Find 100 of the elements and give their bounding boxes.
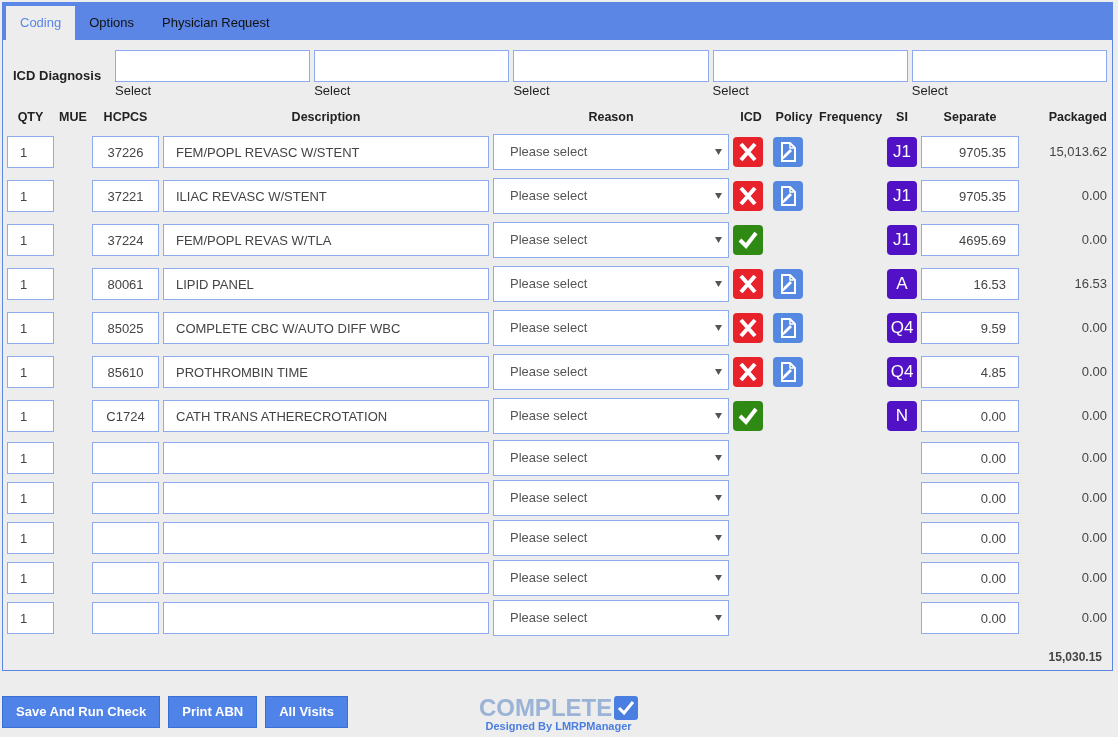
document-edit-icon[interactable] xyxy=(773,357,803,387)
column-header: HCPCS xyxy=(102,108,149,126)
hcpcs-field[interactable] xyxy=(92,602,159,634)
separate-amount-field[interactable]: 0.00 xyxy=(921,442,1019,474)
hcpcs-field[interactable]: 37224 xyxy=(92,224,159,256)
reason-dropdown[interactable]: Please select xyxy=(493,600,729,636)
description-field[interactable] xyxy=(163,602,489,634)
field-hint: Select xyxy=(911,82,949,100)
separate-amount-field[interactable]: 16.53 xyxy=(921,268,1019,300)
quantity-field[interactable]: 1 xyxy=(7,482,54,514)
diagnosis-field[interactable] xyxy=(115,50,311,82)
description-field[interactable] xyxy=(163,562,489,594)
hcpcs-field[interactable]: 37221 xyxy=(92,180,159,212)
description-field[interactable]: CATH TRANS ATHERECROTATION xyxy=(163,400,489,432)
description-field[interactable] xyxy=(163,482,489,514)
caret-icon xyxy=(715,615,722,621)
diagnosis-field[interactable] xyxy=(513,50,709,82)
quantity-field[interactable]: 1 xyxy=(7,356,54,388)
action-button[interactable]: Print ABN xyxy=(168,696,258,728)
document-edit-icon[interactable] xyxy=(773,313,803,343)
caret-icon xyxy=(715,149,722,155)
diagnosis-field[interactable] xyxy=(911,50,1107,82)
quantity-field[interactable]: 1 xyxy=(7,180,54,212)
description-field[interactable] xyxy=(163,442,489,474)
status-indicator-badge: A xyxy=(887,269,917,299)
error-icon[interactable] xyxy=(733,357,763,387)
quantity-field[interactable]: 1 xyxy=(7,522,54,554)
check-icon[interactable] xyxy=(733,225,763,255)
quantity-field[interactable]: 1 xyxy=(7,602,54,634)
description-field[interactable] xyxy=(163,522,489,554)
hcpcs-field[interactable] xyxy=(92,562,159,594)
caret-icon xyxy=(715,369,722,375)
reason-dropdown[interactable]: Please select xyxy=(493,178,729,214)
column-header: MUE xyxy=(58,108,88,126)
hcpcs-field[interactable] xyxy=(92,442,159,474)
description-field[interactable]: LIPID PANEL xyxy=(163,268,489,300)
hcpcs-field[interactable]: C1724 xyxy=(92,400,159,432)
quantity-field[interactable]: 1 xyxy=(7,224,54,256)
reason-dropdown[interactable]: Please select xyxy=(493,520,729,556)
separate-amount-field[interactable]: 9.59 xyxy=(921,312,1019,344)
separate-amount-field[interactable]: 0.00 xyxy=(921,602,1019,634)
description-field[interactable]: ILIAC REVASC W/STENT xyxy=(163,180,489,212)
description-field[interactable]: FEM/POPL REVAS W/TLA xyxy=(163,224,489,256)
diagnosis-field[interactable] xyxy=(314,50,510,82)
quantity-field[interactable]: 1 xyxy=(7,312,54,344)
reason-dropdown[interactable]: Please select xyxy=(493,310,729,346)
quantity-field[interactable]: 1 xyxy=(7,136,54,168)
diagnosis-field[interactable] xyxy=(712,50,908,82)
column-header: Packaged xyxy=(1047,108,1107,126)
hcpcs-field[interactable]: 85025 xyxy=(92,312,159,344)
reason-dropdown[interactable]: Please select xyxy=(493,222,729,258)
quantity-field[interactable]: 1 xyxy=(7,442,54,474)
tab[interactable]: Options xyxy=(75,6,148,40)
separate-amount-field[interactable]: 4695.69 xyxy=(921,224,1019,256)
separate-amount-field[interactable]: 9705.35 xyxy=(921,136,1019,168)
column-header: ICD xyxy=(739,108,763,126)
quantity-field[interactable]: 1 xyxy=(7,400,54,432)
description-field[interactable]: PROTHROMBIN TIME xyxy=(163,356,489,388)
reason-dropdown[interactable]: Please select xyxy=(493,398,729,434)
hcpcs-field[interactable]: 80061 xyxy=(92,268,159,300)
reason-dropdown[interactable]: Please select xyxy=(493,134,729,170)
action-button[interactable]: Save And Run Check xyxy=(2,696,161,728)
error-icon[interactable] xyxy=(733,137,763,167)
reason-dropdown[interactable]: Please select xyxy=(493,266,729,302)
status-indicator-badge: Q4 xyxy=(887,313,917,343)
error-icon[interactable] xyxy=(733,313,763,343)
caret-icon xyxy=(715,535,722,541)
column-header: Reason xyxy=(587,108,635,126)
status-indicator-badge: N xyxy=(887,401,917,431)
check-icon[interactable] xyxy=(733,401,763,431)
separate-amount-field[interactable]: 0.00 xyxy=(921,562,1019,594)
tab[interactable]: Physician Request xyxy=(148,6,284,40)
reason-dropdown[interactable]: Please select xyxy=(493,440,729,476)
error-icon[interactable] xyxy=(733,181,763,211)
reason-dropdown[interactable]: Please select xyxy=(493,560,729,596)
action-button[interactable]: All Visits xyxy=(265,696,348,728)
document-edit-icon[interactable] xyxy=(773,137,803,167)
quantity-field[interactable]: 1 xyxy=(7,562,54,594)
reason-dropdown[interactable]: Please select xyxy=(493,480,729,516)
packaged-amount: 0.00 xyxy=(1080,407,1107,426)
caret-icon xyxy=(715,495,722,501)
description-field[interactable]: FEM/POPL REVASC W/STENT xyxy=(163,136,489,168)
hcpcs-field[interactable] xyxy=(92,522,159,554)
hcpcs-field[interactable]: 85610 xyxy=(92,356,159,388)
document-edit-icon[interactable] xyxy=(773,181,803,211)
separate-amount-field[interactable]: 0.00 xyxy=(921,522,1019,554)
hcpcs-field[interactable]: 37226 xyxy=(92,136,159,168)
quantity-field[interactable]: 1 xyxy=(7,268,54,300)
error-icon[interactable] xyxy=(733,269,763,299)
separate-amount-field[interactable]: 0.00 xyxy=(921,400,1019,432)
hcpcs-field[interactable] xyxy=(92,482,159,514)
caret-icon xyxy=(715,575,722,581)
reason-dropdown[interactable]: Please select xyxy=(493,354,729,390)
caret-icon xyxy=(715,455,722,461)
document-edit-icon[interactable] xyxy=(773,269,803,299)
separate-amount-field[interactable]: 0.00 xyxy=(921,482,1019,514)
separate-amount-field[interactable]: 9705.35 xyxy=(921,180,1019,212)
packaged-amount: 0.00 xyxy=(1080,231,1107,250)
description-field[interactable]: COMPLETE CBC W/AUTO DIFF WBC xyxy=(163,312,489,344)
separate-amount-field[interactable]: 4.85 xyxy=(921,356,1019,388)
